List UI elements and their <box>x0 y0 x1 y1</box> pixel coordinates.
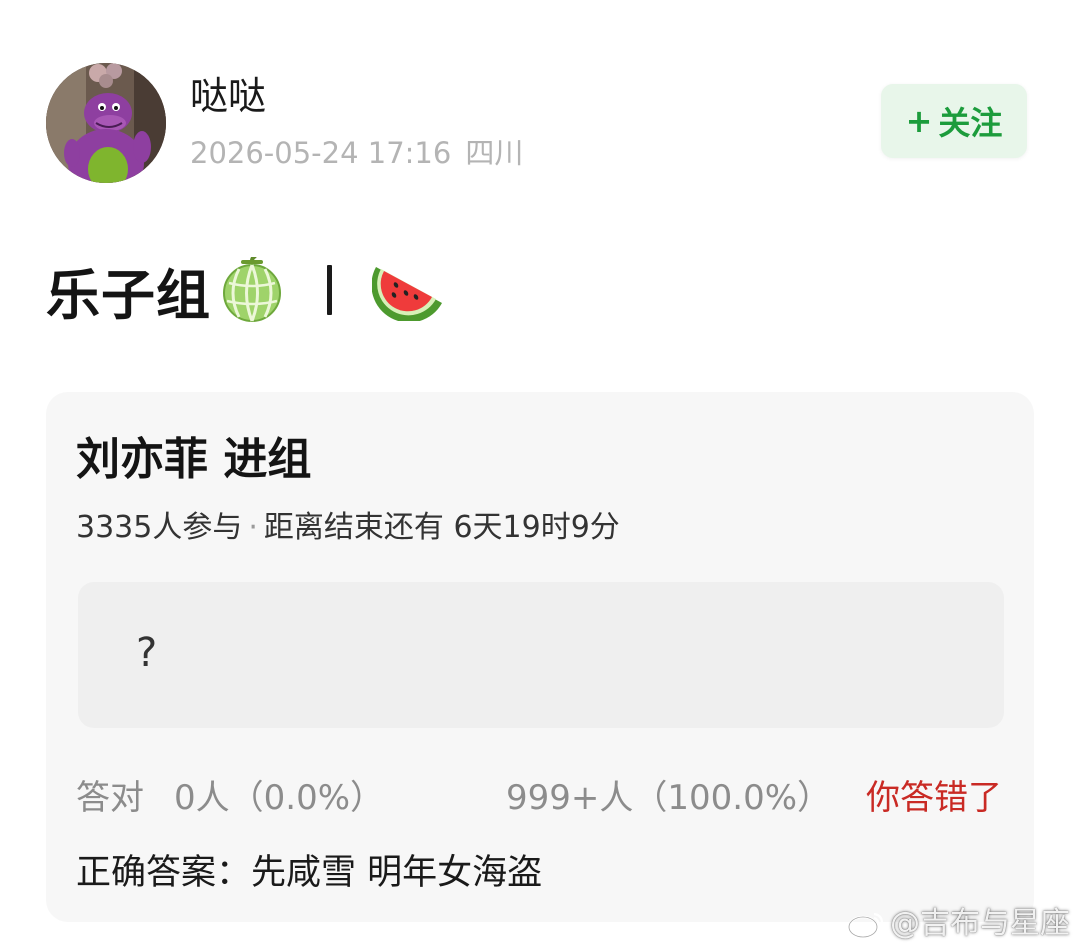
correct-count: 0人（0.0%） <box>174 778 385 818</box>
participant-count: 3335人参与 <box>76 510 243 545</box>
plus-icon: + <box>905 102 933 140</box>
follow-label: 关注 <box>938 104 1003 142</box>
quiz-card: 刘亦菲 进组 3335人参与 · 距离结束还有 6天19时9分 ? 答对 0人（0.… <box>46 392 1034 922</box>
quiz-stats: 3335人参与 · 距离结束还有 6天19时9分 <box>76 508 620 548</box>
author-name[interactable]: 哒哒 <box>190 72 266 120</box>
wrong-count: 999+人（100.0%） <box>506 778 832 818</box>
time-remaining: 距离结束还有 6天19时9分 <box>263 510 620 545</box>
post-title: 乐子组 <box>46 250 446 330</box>
post-datetime: 2026-05-24 17:16 <box>190 136 452 170</box>
correct-label: 答对 <box>76 778 144 818</box>
post-meta: 2026-05-24 17:16 四川 <box>190 134 523 172</box>
answer-option[interactable]: ? <box>78 582 1004 728</box>
watermark: @吉布与星座 <box>846 906 1070 942</box>
follow-button[interactable]: + 关注 <box>881 84 1027 158</box>
avatar[interactable] <box>46 63 166 183</box>
post-location: 四川 <box>465 136 524 170</box>
weibo-logo-icon <box>847 912 884 939</box>
watermark-text: @吉布与星座 <box>890 906 1070 941</box>
correct-answer: 正确答案：先咸雪 明年女海盗 <box>76 853 543 893</box>
melon-icon <box>223 257 281 322</box>
watermelon-icon <box>372 267 442 321</box>
post-title-text: 乐子组 <box>46 263 211 327</box>
answer-option-text: ? <box>136 630 158 676</box>
result-row: 答对 0人（0.0%） 999+人（100.0%） 你答错了 <box>76 776 1002 820</box>
your-result: 你答错了 <box>866 778 1002 818</box>
quiz-title: 刘亦菲 进组 <box>76 434 312 485</box>
purple-dinosaur-avatar-icon <box>46 63 166 183</box>
stats-separator: · <box>248 510 258 545</box>
title-divider <box>327 265 332 315</box>
